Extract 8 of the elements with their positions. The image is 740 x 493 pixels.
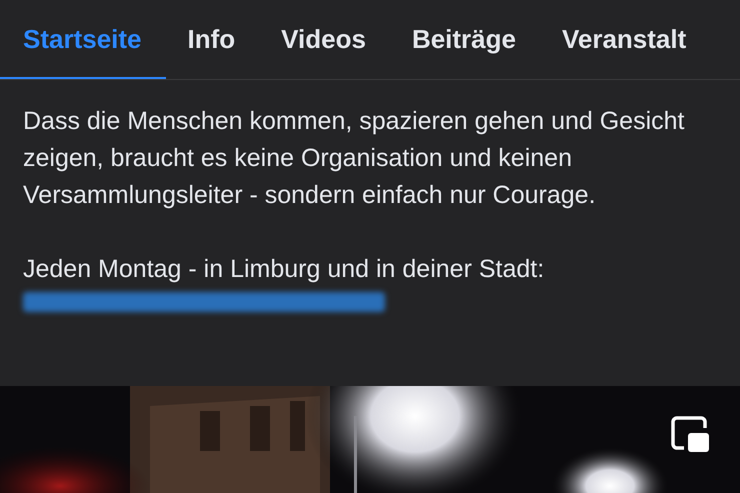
post-text: Jeden Montag - in Limburg und in deiner Stadt:	[23, 254, 546, 285]
post-text: Dass die Menschen kommen, spazieren gehen und Gesicht zeigen, braucht es keine Organisation und keinen Versammlungsleiter - sondern einfach nur Courage.	[23, 106, 686, 211]
tab[interactable]: Veranstalt	[562, 0, 686, 79]
tab[interactable]: Videos	[281, 0, 366, 79]
picture-in-picture-icon[interactable]	[671, 416, 711, 454]
tab[interactable]: Beiträge	[412, 0, 516, 79]
tab[interactable]: Startseite	[0, 0, 166, 79]
tab[interactable]: Info	[188, 0, 236, 79]
